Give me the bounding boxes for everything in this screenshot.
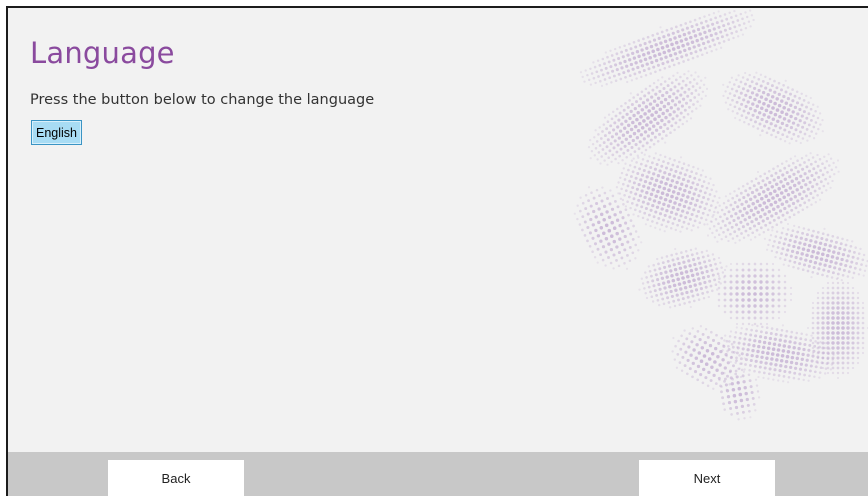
next-button[interactable]: Next [639,460,775,496]
decorative-dot-pattern [573,9,868,421]
page-title: Language [30,36,175,70]
back-button[interactable]: Back [108,460,244,496]
language-button[interactable]: English [31,120,82,145]
footer-bar: Back Next [8,452,868,496]
setup-window: Language Press the button below to chang… [6,6,868,496]
instruction-text: Press the button below to change the lan… [30,92,375,108]
